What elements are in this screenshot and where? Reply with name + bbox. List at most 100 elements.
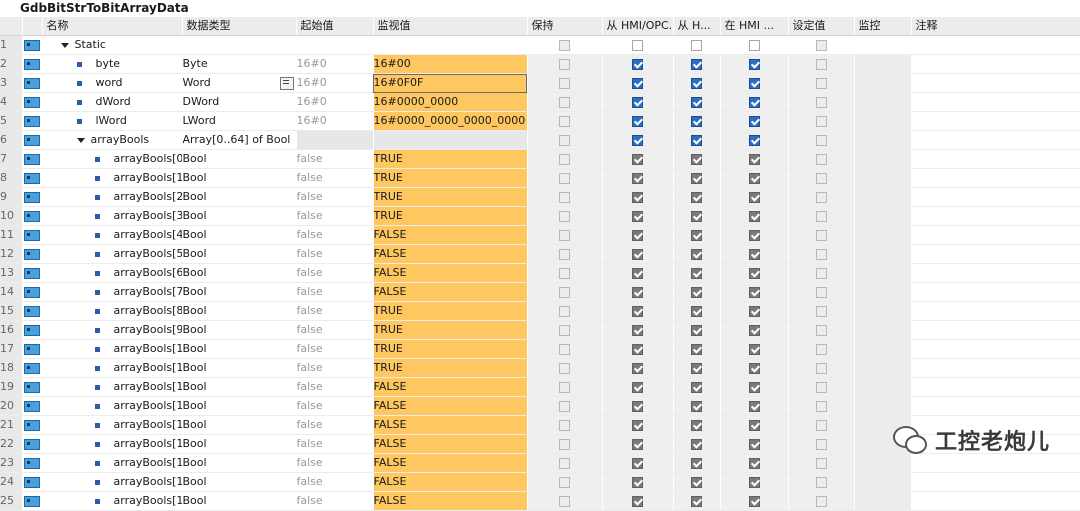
monitor-value-cell[interactable]: 16#0000_0000_0000_0000 (373, 111, 528, 131)
hmi-opc-checkbox-cell[interactable] (602, 73, 674, 93)
tag-name-cell[interactable]: arrayBools[15] (42, 434, 183, 454)
column-header-datatype[interactable]: 数据类型 (182, 17, 297, 36)
datatype-cell[interactable]: Bool (182, 358, 297, 378)
start-value-cell[interactable]: false (296, 244, 374, 264)
tag-name-cell[interactable]: arrayBools[13] (42, 396, 183, 416)
tag-name-cell[interactable]: arrayBools[7] (42, 282, 183, 302)
table-row[interactable]: 3 word Word 16#0 16#0F0F (0, 73, 1080, 93)
tag-name-cell[interactable]: arrayBools[16] (42, 453, 183, 473)
table-row[interactable]: 19 arrayBools[12]Bool falseFALSE (0, 377, 1080, 397)
datatype-cell[interactable]: Bool (182, 377, 297, 397)
monitor-value-cell[interactable]: TRUE (373, 320, 528, 340)
monitor-value-cell[interactable]: FALSE (373, 434, 528, 454)
start-value-cell[interactable]: false (296, 377, 374, 397)
hmi-writable-checkbox[interactable] (691, 77, 702, 89)
table-row[interactable]: 6 arrayBools Array[0..64] of Bool (0, 130, 1080, 150)
tag-name-cell[interactable]: arrayBools (42, 130, 183, 150)
supervision-cell[interactable] (854, 358, 912, 378)
monitor-value-cell[interactable] (373, 130, 528, 150)
table-row[interactable]: 23 arrayBools[16]Bool falseFALSE (0, 453, 1080, 473)
tag-name-cell[interactable]: arrayBools[14] (42, 415, 183, 435)
hmi-opc-checkbox-cell[interactable] (602, 130, 674, 150)
tag-name-cell[interactable]: arrayBools[9] (42, 320, 183, 340)
hmi-writable-checkbox[interactable] (691, 96, 702, 108)
hmi-visible-checkbox[interactable] (748, 96, 760, 108)
monitor-value-cell[interactable]: FALSE (373, 244, 528, 264)
hmi-writable-checkbox-cell[interactable] (673, 130, 721, 150)
monitor-value-cell[interactable]: TRUE (373, 301, 528, 321)
monitor-value-cell[interactable]: FALSE (373, 472, 528, 492)
comment-cell[interactable] (911, 225, 1080, 245)
tag-name-cell[interactable]: arrayBools[3] (42, 206, 183, 226)
datatype-cell[interactable]: Bool (182, 263, 297, 283)
tag-name-cell[interactable]: dWord (42, 92, 183, 112)
column-header-supervision[interactable]: 监控 (854, 17, 912, 36)
comment-cell[interactable] (911, 73, 1080, 93)
datatype-cell[interactable]: Bool (182, 415, 297, 435)
table-row[interactable]: 13 arrayBools[6] Bool false FALSE (0, 263, 1080, 283)
table-row[interactable]: 18 arrayBools[11]Bool falseTRUE (0, 358, 1080, 378)
tag-name-cell[interactable]: arrayBools[10] (42, 339, 183, 359)
hmi-opc-checkbox[interactable] (632, 39, 643, 51)
supervision-cell[interactable] (854, 320, 912, 340)
start-value-cell[interactable]: false (296, 339, 374, 359)
comment-cell[interactable] (911, 491, 1080, 511)
table-row[interactable]: 16 arrayBools[9] Bool false TRUE (0, 320, 1080, 340)
datatype-cell[interactable]: DWord (182, 92, 297, 112)
monitor-value-cell[interactable]: FALSE (373, 415, 528, 435)
monitor-value-cell[interactable]: FALSE (373, 377, 528, 397)
table-row[interactable]: 2 byte Byte 16#0 16#00 (0, 54, 1080, 74)
tag-name-cell[interactable]: arrayBools[2] (42, 187, 183, 207)
start-value-cell[interactable]: false (296, 206, 374, 226)
hmi-opc-checkbox-cell[interactable] (602, 111, 674, 131)
hmi-opc-checkbox-cell[interactable] (602, 92, 674, 112)
column-header-monitor-value[interactable]: 监视值 (373, 17, 528, 36)
supervision-cell[interactable] (854, 244, 912, 264)
comment-cell[interactable] (911, 282, 1080, 302)
hmi-visible-checkbox[interactable] (748, 115, 760, 127)
hmi-visible-checkbox-cell[interactable] (720, 130, 789, 150)
supervision-cell[interactable] (854, 491, 912, 511)
datatype-cell[interactable]: Array[0..64] of Bool (182, 130, 297, 150)
table-row[interactable]: 4 dWord DWord 16#0 16#0000_0000 (0, 92, 1080, 112)
column-header-hmi-writable[interactable]: 从 H... (673, 17, 721, 36)
start-value-cell[interactable]: false (296, 263, 374, 283)
table-row[interactable]: 15 arrayBools[8] Bool false TRUE (0, 301, 1080, 321)
column-header-start-value[interactable]: 起始值 (296, 17, 374, 36)
comment-cell[interactable] (911, 377, 1080, 397)
supervision-cell[interactable] (854, 130, 912, 150)
supervision-cell[interactable] (854, 35, 912, 55)
hmi-visible-checkbox-cell[interactable] (720, 92, 789, 112)
column-header-hmi-opc[interactable]: 从 HMI/OPC... (602, 17, 674, 36)
table-row[interactable]: 5 lWord LWord 16#0 16#0000_0000_0000_0000 (0, 111, 1080, 131)
column-header-retain[interactable]: 保持 (527, 17, 603, 36)
table-row[interactable]: 14 arrayBools[7] Bool false FALSE (0, 282, 1080, 302)
comment-cell[interactable] (911, 301, 1080, 321)
start-value-cell[interactable]: false (296, 168, 374, 188)
hmi-writable-checkbox[interactable] (691, 58, 702, 70)
comment-cell[interactable] (911, 187, 1080, 207)
expand-toggle-icon[interactable] (76, 137, 85, 143)
table-row[interactable]: 24 arrayBools[17]Bool falseFALSE (0, 472, 1080, 492)
hmi-visible-checkbox[interactable] (748, 134, 760, 146)
comment-cell[interactable] (911, 206, 1080, 226)
supervision-cell[interactable] (854, 92, 912, 112)
datatype-cell[interactable] (182, 35, 297, 55)
supervision-cell[interactable] (854, 206, 912, 226)
hmi-opc-checkbox[interactable] (632, 96, 643, 108)
datatype-cell[interactable]: Bool (182, 168, 297, 188)
datatype-cell[interactable]: Bool (182, 339, 297, 359)
monitor-value-cell[interactable]: TRUE (373, 187, 528, 207)
hmi-writable-checkbox-cell[interactable] (673, 54, 721, 74)
hmi-visible-checkbox[interactable] (748, 77, 760, 89)
supervision-cell[interactable] (854, 472, 912, 492)
hmi-writable-checkbox-cell[interactable] (673, 73, 721, 93)
supervision-cell[interactable] (854, 168, 912, 188)
monitor-value-cell[interactable]: FALSE (373, 453, 528, 473)
datatype-cell[interactable]: Byte (182, 54, 297, 74)
hmi-visible-checkbox-cell[interactable] (720, 35, 789, 55)
hmi-opc-checkbox[interactable] (632, 58, 643, 70)
datatype-cell[interactable]: Bool (182, 149, 297, 169)
datatype-cell[interactable]: Word (182, 73, 297, 93)
start-value-cell[interactable]: 16#0 (296, 92, 374, 112)
